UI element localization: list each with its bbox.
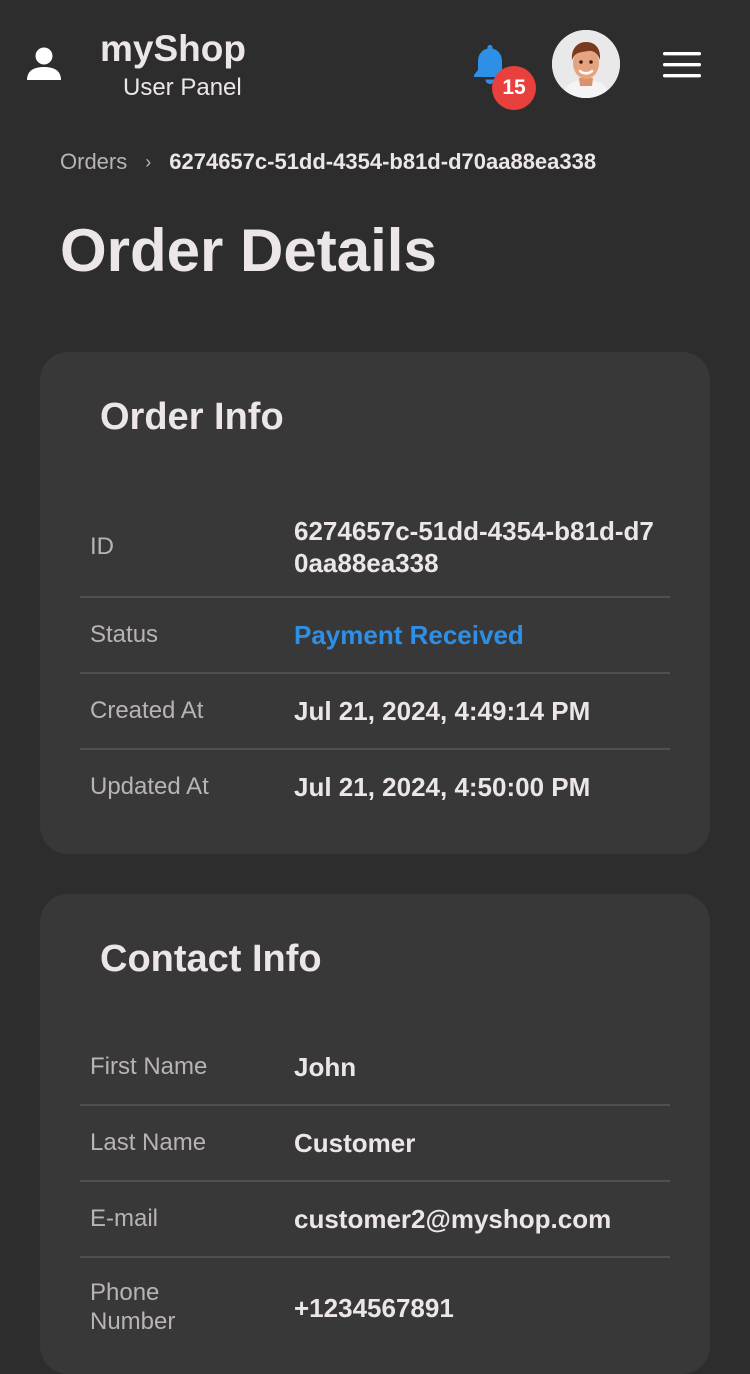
order-status-value: Payment Received xyxy=(294,619,524,650)
row-label: Status xyxy=(90,620,159,648)
row-label: Updated At xyxy=(90,772,209,800)
contact-row-last-name: Last Name Customer xyxy=(80,1106,670,1182)
page-title: Order Details xyxy=(60,217,437,284)
info-row-created: Created At Jul 21, 2024, 4:49:14 PM xyxy=(80,674,670,750)
avatar-illustration xyxy=(552,30,620,98)
first-name-value: John xyxy=(294,1051,357,1082)
menu-icon[interactable] xyxy=(662,50,702,80)
row-label: Last Name xyxy=(90,1128,207,1156)
order-info-card: Order Info ID 6274657c-51dd-4354-b81d-d7… xyxy=(40,352,710,854)
user-icon[interactable] xyxy=(24,44,64,84)
contact-row-email: E-mail customer2@myshop.com xyxy=(80,1182,670,1258)
contact-info-card: Contact Info First Name John Last Name C… xyxy=(40,894,710,1374)
phone-value: +1234567891 xyxy=(294,1292,454,1323)
contact-row-phone: Phone Number +1234567891 xyxy=(80,1258,670,1358)
updated-at-value: Jul 21, 2024, 4:50:00 PM xyxy=(294,771,591,802)
brand-title[interactable]: myShop xyxy=(100,30,246,67)
contact-row-first-name: First Name John xyxy=(80,1030,670,1106)
app-header: myShop User Panel 15 xyxy=(0,0,750,130)
created-at-value: Jul 21, 2024, 4:49:14 PM xyxy=(294,695,591,726)
avatar[interactable] xyxy=(552,30,620,98)
breadcrumb-current: 6274657c-51dd-4354-b81d-d70aa88ea338 xyxy=(169,149,597,174)
contact-info-title: Contact Info xyxy=(100,938,322,980)
row-label: ID xyxy=(90,532,114,560)
email-value: customer2@myshop.com xyxy=(294,1203,612,1234)
breadcrumb-orders-link[interactable]: Orders xyxy=(60,149,127,175)
row-label: Phone Number xyxy=(90,1279,176,1335)
brand-subtitle: User Panel xyxy=(123,74,242,101)
row-label: First Name xyxy=(90,1052,208,1080)
row-label: Created At xyxy=(90,696,204,724)
info-row-status: Status Payment Received xyxy=(80,598,670,674)
last-name-value: Customer xyxy=(294,1127,416,1158)
breadcrumb: Orders › 6274657c-51dd-4354-b81d-d70aa88… xyxy=(60,146,596,178)
info-row-updated: Updated At Jul 21, 2024, 4:50:00 PM xyxy=(80,750,670,824)
order-info-title: Order Info xyxy=(100,396,284,438)
order-id-value: 6274657c-51dd-4354-b81d-d70aa88ea338 xyxy=(294,515,654,579)
chevron-right-icon: › xyxy=(145,151,152,172)
info-row-id: ID 6274657c-51dd-4354-b81d-d70aa88ea338 xyxy=(80,498,670,598)
row-label: E-mail xyxy=(90,1204,159,1232)
notification-badge[interactable]: 15 xyxy=(492,66,536,110)
